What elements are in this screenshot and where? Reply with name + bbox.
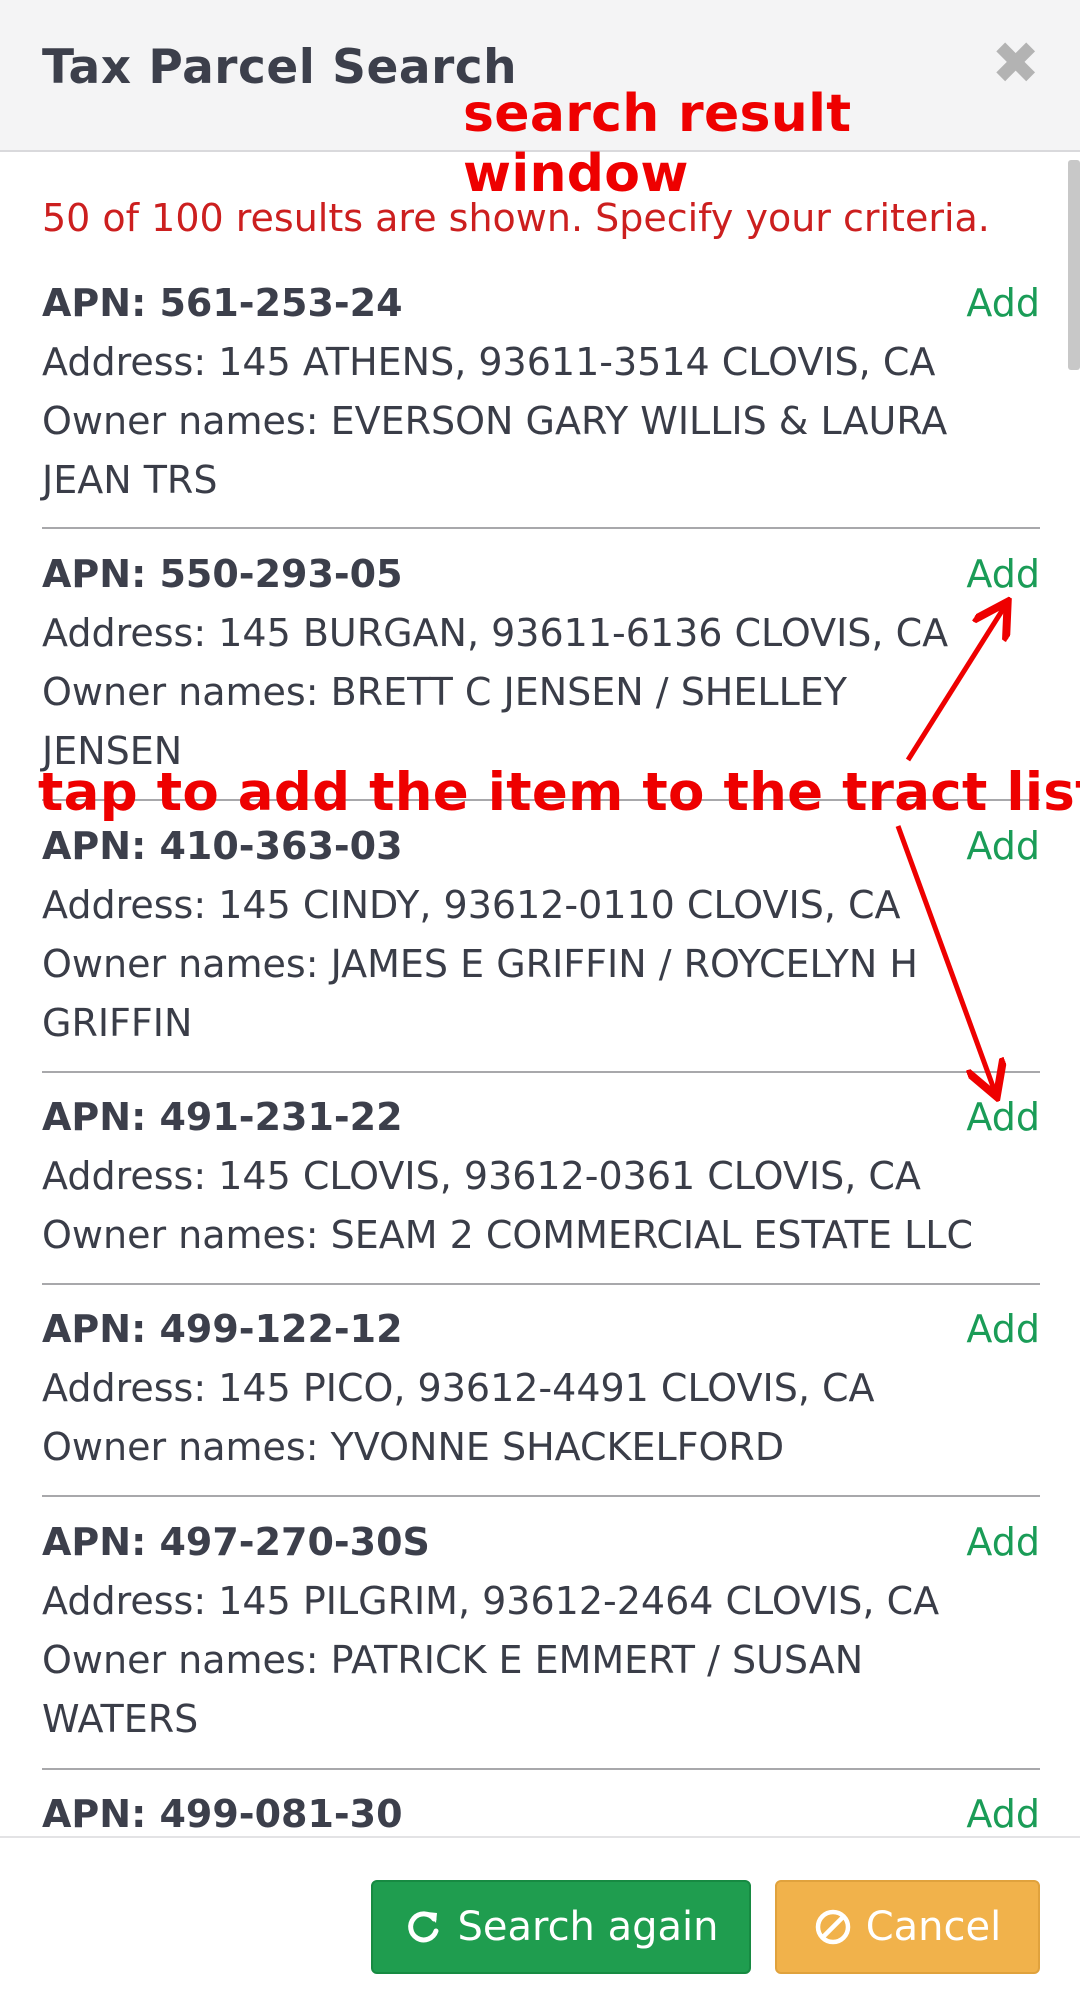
result-item: APN: 491-231-22 Add Address: 145 CLOVIS,… — [42, 1088, 1040, 1265]
add-link[interactable]: Add — [966, 1300, 1040, 1359]
apn-label: APN: 497-270-30S — [42, 1520, 430, 1564]
address-text: Address: 145 BURGAN, 93611-6136 CLOVIS, … — [42, 611, 949, 655]
divider — [42, 527, 1040, 529]
scrollbar-thumb[interactable] — [1068, 160, 1080, 370]
owner-text: Owner names: JAMES E GRIFFIN / ROYCELYN … — [42, 942, 918, 986]
owner-text: Owner names: BRETT C JENSEN / SHELLEY — [42, 670, 847, 714]
address-text: Address: 145 CINDY, 93612-0110 CLOVIS, C… — [42, 883, 901, 927]
ban-icon — [814, 1908, 852, 1946]
result-item: APN: 497-270-30S Add Address: 145 PILGRI… — [42, 1513, 1040, 1749]
result-item: APN: 410-363-03 Add Address: 145 CINDY, … — [42, 817, 1040, 1053]
divider — [42, 1768, 1040, 1770]
search-again-label: Search again — [457, 1904, 719, 1950]
add-link[interactable]: Add — [966, 1513, 1040, 1572]
annotation-tap-label: tap to add the item to the tract list — [38, 762, 1080, 823]
address-text: Address: 145 PICO, 93612-4491 CLOVIS, CA — [42, 1366, 875, 1410]
owner-text: Owner names: PATRICK E EMMERT / SUSAN — [42, 1638, 864, 1682]
divider — [42, 1071, 1040, 1073]
add-link[interactable]: Add — [966, 817, 1040, 876]
cancel-label: Cancel — [865, 1904, 1002, 1950]
apn-label: APN: 550-293-05 — [42, 552, 403, 596]
owner-text-cont: WATERS — [42, 1697, 199, 1741]
result-item: APN: 499-122-12 Add Address: 145 PICO, 9… — [42, 1300, 1040, 1477]
address-text: Address: 145 ATHENS, 93611-3514 CLOVIS, … — [42, 340, 936, 384]
add-link[interactable]: Add — [966, 274, 1040, 333]
owner-text-cont: GRIFFIN — [42, 1001, 193, 1045]
results-notice: 50 of 100 results are shown. Specify you… — [42, 196, 990, 240]
add-link[interactable]: Add — [966, 1088, 1040, 1147]
add-link[interactable]: Add — [966, 545, 1040, 604]
address-text: Address: 145 PILGRIM, 93612-2464 CLOVIS,… — [42, 1579, 940, 1623]
apn-label: APN: 491-231-22 — [42, 1095, 403, 1139]
address-text: Address: 145 CLOVIS, 93612-0361 CLOVIS, … — [42, 1154, 921, 1198]
apn-label: APN: 410-363-03 — [42, 824, 403, 868]
annotation-window-label: search result window — [463, 84, 852, 204]
result-item: APN: 561-253-24 Add Address: 145 ATHENS,… — [42, 274, 1040, 510]
apn-label: APN: 561-253-24 — [42, 281, 403, 325]
result-item: APN: 550-293-05 Add Address: 145 BURGAN,… — [42, 545, 1040, 781]
refresh-icon — [403, 1907, 443, 1947]
cancel-button[interactable]: Cancel — [775, 1880, 1040, 1974]
owner-text: Owner names: SEAM 2 COMMERCIAL ESTATE LL… — [42, 1213, 973, 1257]
modal-footer: Search again Cancel — [0, 1836, 1080, 2014]
search-again-button[interactable]: Search again — [371, 1880, 751, 1974]
owner-text-cont: JEAN TRS — [42, 458, 218, 502]
apn-label: APN: 499-122-12 — [42, 1307, 403, 1351]
divider — [42, 1495, 1040, 1497]
modal-header: Tax Parcel Search ✖ search result window — [0, 0, 1080, 204]
divider — [42, 1283, 1040, 1285]
modal-title: Tax Parcel Search — [42, 40, 518, 95]
owner-text: Owner names: EVERSON GARY WILLIS & LAURA — [42, 399, 948, 443]
owner-text: Owner names: YVONNE SHACKELFORD — [42, 1425, 785, 1469]
